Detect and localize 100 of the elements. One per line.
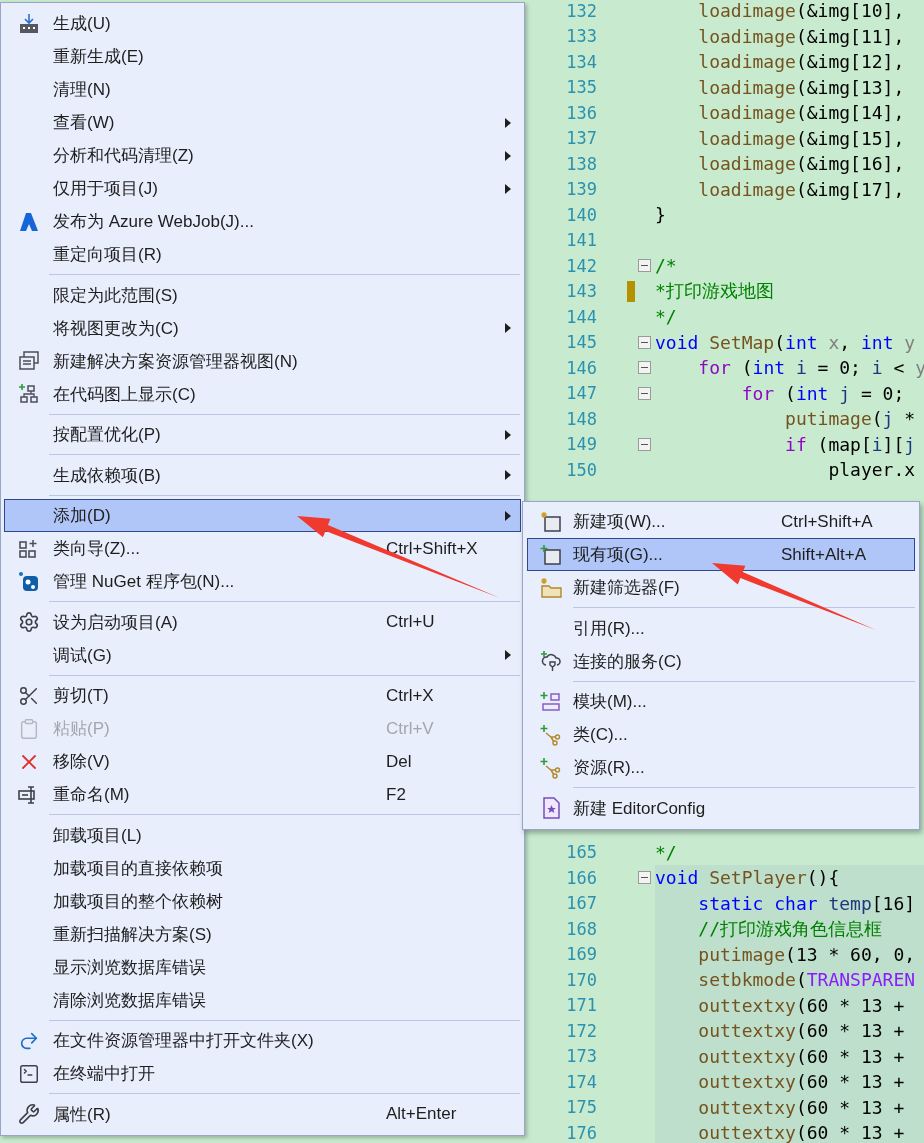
shortcut-label: Alt+Enter: [386, 1104, 457, 1123]
code-line: //打印游戏角色信息框: [697, 916, 883, 941]
shortcut-label: F2: [386, 784, 406, 804]
settings-icon: [18, 611, 40, 633]
menu-item[interactable]: 生成依赖项(B): [4, 458, 521, 492]
circle-dots-icon: [18, 570, 40, 593]
code-line: if (map[i][j: [784, 433, 916, 455]
line-number: 140: [565, 204, 597, 225]
code-line: static char temp[16]: [697, 892, 916, 914]
line-number: 138: [565, 153, 597, 174]
menu-item[interactable]: 添加(D): [4, 499, 521, 532]
submenu-arrow-icon: [503, 116, 513, 129]
menu-item[interactable]: 新建筛选器(F): [527, 571, 915, 604]
menu-item[interactable]: 重新生成(E): [4, 40, 521, 73]
menu-item[interactable]: 清除浏览数据库错误: [4, 983, 521, 1017]
menu-item[interactable]: 重新扫描解决方案(S): [4, 917, 521, 951]
collapse-icon[interactable]: [638, 437, 651, 451]
shortcut-label: Shift+Alt+A: [781, 544, 867, 564]
code-line: player.x: [827, 459, 916, 481]
menu-item[interactable]: 限定为此范围(S): [4, 278, 521, 312]
code-line: outtextxy(60 * 13 +: [697, 1045, 905, 1067]
menu-item[interactable]: 重定向项目(R): [4, 238, 521, 271]
collapse-icon[interactable]: [638, 335, 651, 349]
menu-item[interactable]: 属性(R) Alt+Enter: [4, 1097, 521, 1131]
line-number: 136: [565, 102, 597, 123]
menu-item[interactable]: 分析和代码清理(Z): [4, 139, 521, 172]
menu-item[interactable]: 显示浏览数据库错误: [4, 950, 521, 984]
submenu-arrow-icon: [503, 182, 513, 195]
line-number: 134: [565, 51, 597, 72]
line-number: 173: [565, 1046, 597, 1067]
code-line: loadimage(&img[10],: [697, 0, 905, 22]
line-number: 148: [565, 408, 597, 429]
menu-item[interactable]: 调试(G): [4, 638, 521, 672]
line-number: 168: [565, 918, 597, 939]
wrench-icon: [18, 1103, 40, 1125]
menu-item[interactable]: 设为启动项目(A) Ctrl+U: [4, 605, 521, 639]
triangle-logo-icon: [18, 210, 40, 233]
line-number: 132: [565, 0, 597, 21]
menu-item[interactable]: 重命名(M) F2: [4, 778, 521, 811]
menu-item[interactable]: 类向导(Z)... Ctrl+Shift+X: [4, 532, 521, 565]
line-number: 137: [565, 128, 597, 149]
line-number: 149: [565, 434, 597, 455]
menu-item[interactable]: 生成(U): [4, 7, 521, 40]
menu-item[interactable]: 引用(R)...: [527, 611, 915, 645]
code-line: /*: [655, 255, 677, 277]
shortcut-label: Ctrl+Shift+A: [781, 511, 873, 531]
menu-item[interactable]: 加载项目的整个依赖树: [4, 884, 521, 918]
shortcut-label: Ctrl+Shift+X: [386, 538, 478, 558]
menu-item[interactable]: 资源(R)...: [527, 751, 915, 784]
code-line: loadimage(&img[17],: [697, 178, 905, 200]
menu-item[interactable]: 类(C)...: [527, 718, 915, 751]
menu-item[interactable]: 查看(W): [4, 106, 521, 139]
collapse-icon[interactable]: [638, 361, 651, 375]
collapse-icon[interactable]: [638, 259, 651, 273]
code-line: putimage(j *: [784, 408, 916, 430]
class-icon: [539, 723, 562, 746]
menu-item[interactable]: 移除(V) Del: [4, 745, 521, 778]
menu-item[interactable]: 卸载项目(L): [4, 818, 521, 852]
submenu-arrow-icon: [503, 428, 513, 441]
menu-item[interactable]: 将视图更改为(C): [4, 311, 521, 345]
collapse-icon[interactable]: [638, 386, 651, 400]
module-icon: [539, 690, 562, 713]
menu-item[interactable]: 新建项(W)... Ctrl+Shift+A: [527, 505, 915, 538]
menu-item[interactable]: 按配置优化(P): [4, 418, 521, 451]
line-number: 141: [565, 230, 597, 251]
menu-item[interactable]: 管理 NuGet 程序包(N)...: [4, 565, 521, 598]
menu-item[interactable]: 在终端中打开: [4, 1057, 521, 1090]
menu-item[interactable]: 加载项目的直接依赖项: [4, 851, 521, 885]
diagram-plus-icon: [18, 383, 40, 405]
code-line: void SetMap(int x, int y: [655, 331, 916, 353]
code-line: outtextxy(60 * 13 +: [697, 1122, 905, 1143]
line-number: 143: [565, 281, 597, 302]
menu-item[interactable]: 新建解决方案资源管理器视图(N): [4, 344, 521, 378]
menu-item[interactable]: 清理(N): [4, 73, 521, 106]
line-number: 176: [565, 1122, 597, 1143]
line-number: 169: [565, 944, 597, 965]
line-number: 166: [565, 867, 597, 888]
line-number: 147: [565, 383, 597, 404]
code-line: *打印游戏地图: [655, 279, 774, 304]
menu-item[interactable]: 在文件资源管理器中打开文件夹(X): [4, 1024, 521, 1057]
menu-item[interactable]: 连接的服务(C): [527, 644, 915, 678]
line-number: 146: [565, 357, 597, 378]
shortcut-label: Ctrl+U: [386, 612, 435, 631]
menu-item[interactable]: 发布为 Azure WebJob(J)...: [4, 205, 521, 238]
collapse-icon[interactable]: [638, 871, 651, 885]
grid-sparkle-icon: [18, 537, 40, 560]
menu-item[interactable]: 新建 EditorConfig: [527, 791, 915, 825]
menu-item[interactable]: 仅用于项目(J): [4, 172, 521, 205]
code-line: loadimage(&img[16],: [697, 153, 905, 175]
code-line: loadimage(&img[14],: [697, 102, 905, 124]
line-number: 145: [565, 332, 597, 353]
line-number: 135: [565, 77, 597, 98]
menu-item[interactable]: 在代码图上显示(C): [4, 377, 521, 411]
menu-item[interactable]: 剪切(T) Ctrl+X: [4, 679, 521, 712]
class-icon: [539, 756, 562, 779]
cloud-plug-icon: [539, 650, 562, 672]
submenu-arrow-icon: [503, 149, 513, 162]
menu-item[interactable]: 现有项(G)... Shift+Alt+A: [527, 538, 915, 571]
menu-item[interactable]: 模块(M)...: [527, 685, 915, 718]
add-file-icon: [539, 543, 562, 566]
